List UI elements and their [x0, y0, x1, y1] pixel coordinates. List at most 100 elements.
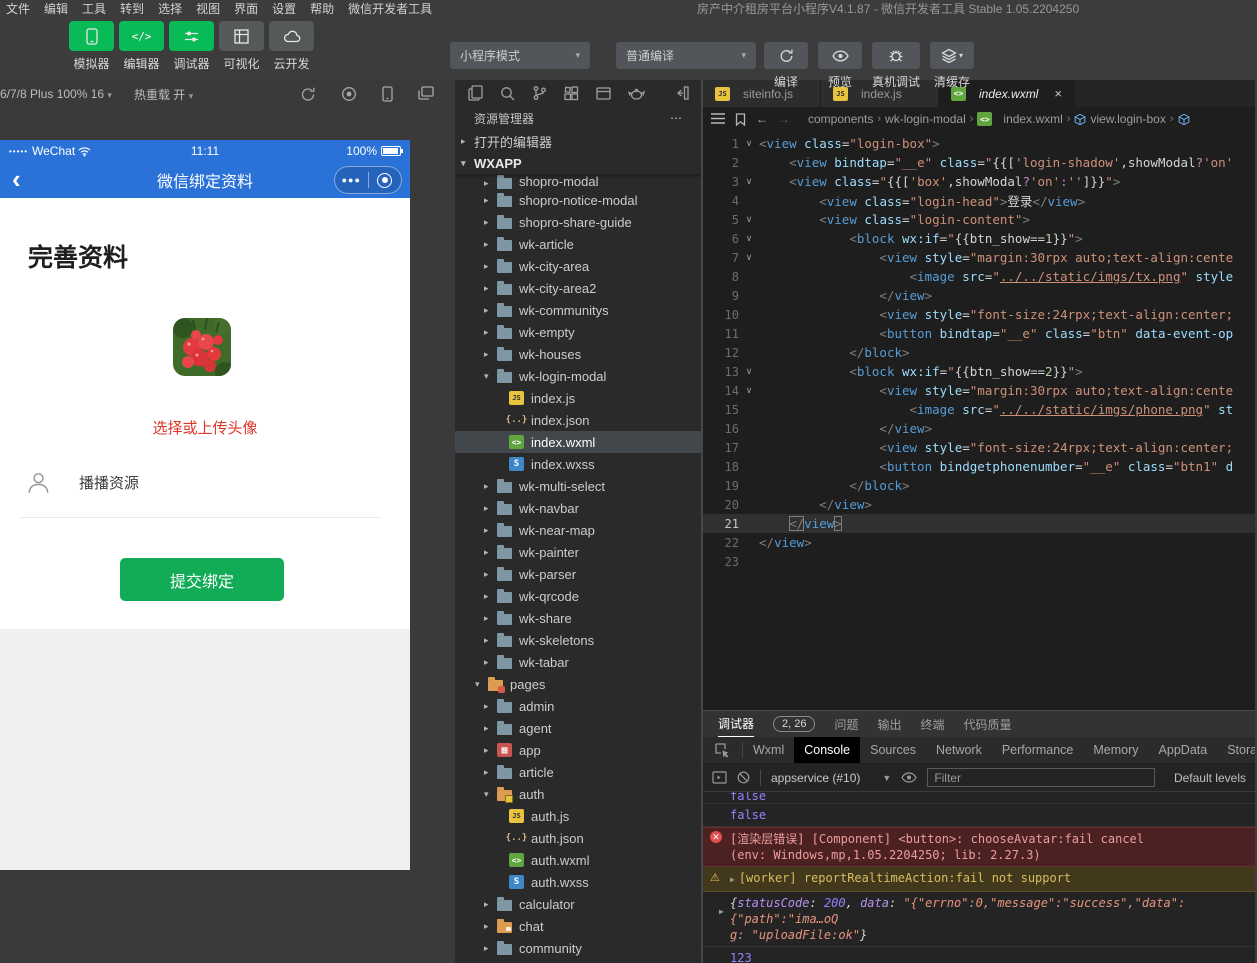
- compile-button[interactable]: 编译: [764, 16, 808, 90]
- code-editor[interactable]: 1∨<view class="login-box">2 <view bindta…: [703, 131, 1255, 710]
- window-icon[interactable]: [596, 87, 611, 100]
- code-line-11[interactable]: 11 <button bindtap="__e" class="btn" dat…: [703, 324, 1255, 343]
- code-line-19[interactable]: 19 </block>: [703, 476, 1255, 495]
- debug-tab-调试器[interactable]: 调试器: [718, 711, 754, 737]
- code-line-1[interactable]: 1∨<view class="login-box">: [703, 134, 1255, 153]
- code-line-22[interactable]: 22</view>: [703, 533, 1255, 552]
- tree-item-calculator[interactable]: ▸calculator: [455, 893, 701, 915]
- compile-mode-select[interactable]: 普通编译 ▾: [616, 42, 756, 69]
- fold-icon[interactable]: ∨: [739, 214, 759, 225]
- visualization-button[interactable]: 可视化: [218, 21, 265, 72]
- devtools-tab-Storage[interactable]: Storage: [1217, 737, 1255, 763]
- code-line-3[interactable]: 3∨ <view class="{{['box',showModal?'on':…: [703, 172, 1255, 191]
- tree-item-auth.js[interactable]: JSauth.js: [455, 805, 701, 827]
- tree-section-WXAPP[interactable]: ▾WXAPP: [455, 152, 701, 174]
- multi-window-icon[interactable]: [418, 86, 434, 102]
- debugger-button[interactable]: 调试器: [168, 21, 215, 72]
- fold-icon[interactable]: ∨: [739, 252, 759, 263]
- devtools-tab-Sources[interactable]: Sources: [860, 737, 926, 763]
- outline-list-icon[interactable]: [711, 113, 725, 125]
- clear-cache-button[interactable]: ▾清缓存: [930, 16, 974, 90]
- tree-item-index.wxss[interactable]: Sindex.wxss: [455, 453, 701, 475]
- code-line-9[interactable]: 9 </view>: [703, 286, 1255, 305]
- tree-item-chat[interactable]: ▸chat: [455, 915, 701, 937]
- tree-item-shopro-notice-modal[interactable]: ▸shopro-notice-modal: [455, 189, 701, 211]
- eye-icon[interactable]: [901, 772, 917, 783]
- tree-item-index.js[interactable]: JSindex.js: [455, 387, 701, 409]
- menu-item-3[interactable]: 转到: [120, 0, 144, 17]
- mode-select[interactable]: 小程序模式 ▾: [450, 42, 590, 69]
- choose-avatar-hint[interactable]: 选择或上传头像: [0, 417, 410, 438]
- tree-item-wk-empty[interactable]: ▸wk-empty: [455, 321, 701, 343]
- menu-item-2[interactable]: 工具: [82, 0, 106, 17]
- simulator-button[interactable]: 模拟器: [68, 21, 115, 72]
- tree-item-wk-near-map[interactable]: ▸wk-near-map: [455, 519, 701, 541]
- code-line-7[interactable]: 7∨ <view style="margin:30rpx auto;text-a…: [703, 248, 1255, 267]
- code-line-16[interactable]: 16 </view>: [703, 419, 1255, 438]
- tree-item-wk-houses[interactable]: ▸wk-houses: [455, 343, 701, 365]
- tree-item-index.wxml[interactable]: <>index.wxml: [455, 431, 701, 453]
- debug-tab-问题[interactable]: 问题: [834, 711, 858, 737]
- menu-item-7[interactable]: 设置: [272, 0, 296, 17]
- git-branch-icon[interactable]: [532, 85, 547, 101]
- code-line-20[interactable]: 20 </view>: [703, 495, 1255, 514]
- code-line-6[interactable]: 6∨ <block wx:if="{{btn_show==1}}">: [703, 229, 1255, 248]
- files-icon[interactable]: [468, 85, 483, 101]
- tree-item-pages[interactable]: ▾pages: [455, 673, 701, 695]
- tree-item-wk-communitys[interactable]: ▸wk-communitys: [455, 299, 701, 321]
- nav-back-icon[interactable]: ←: [756, 112, 768, 126]
- nav-forward-icon[interactable]: →: [778, 112, 790, 126]
- devtools-tab-Network[interactable]: Network: [926, 737, 992, 763]
- tree-item-wk-login-modal[interactable]: ▾wk-login-modal: [455, 365, 701, 387]
- tree-item-shopro-modal[interactable]: ▸shopro-modal: [455, 174, 701, 189]
- tree-item-article[interactable]: ▸article: [455, 761, 701, 783]
- debug-tab-代码质量[interactable]: 代码质量: [964, 711, 1012, 737]
- log-level-select[interactable]: Default levels: [1174, 771, 1246, 785]
- menu-item-1[interactable]: 编辑: [44, 0, 68, 17]
- tree-item-wk-skeletons[interactable]: ▸wk-skeletons: [455, 629, 701, 651]
- remote-debug-button[interactable]: 真机调试: [872, 16, 920, 90]
- collapse-sidebar-icon[interactable]: [674, 86, 689, 100]
- preview-button[interactable]: 预览: [818, 16, 862, 90]
- device-icon[interactable]: [382, 86, 393, 102]
- code-line-13[interactable]: 13∨ <block wx:if="{{btn_show==2}}">: [703, 362, 1255, 381]
- code-line-4[interactable]: 4 <view class="login-head">登录</view>: [703, 191, 1255, 210]
- rotate-icon[interactable]: [300, 86, 316, 102]
- clear-console-icon[interactable]: [737, 771, 750, 784]
- code-line-15[interactable]: 15 <image src="../../static/imgs/phone.p…: [703, 400, 1255, 419]
- console-filter-input[interactable]: [927, 768, 1155, 787]
- tree-item-wk-city-area[interactable]: ▸wk-city-area: [455, 255, 701, 277]
- menu-item-9[interactable]: 微信开发者工具: [348, 0, 432, 17]
- devtools-tab-Performance[interactable]: Performance: [992, 737, 1084, 763]
- tree-item-wk-parser[interactable]: ▸wk-parser: [455, 563, 701, 585]
- expand-arrow-icon[interactable]: ▶: [719, 904, 724, 920]
- breadcrumb-item-view.login-box[interactable]: view.login-box: [1074, 112, 1165, 126]
- nickname-row[interactable]: 播播资源: [26, 470, 139, 495]
- tree-item-wk-article[interactable]: ▸wk-article: [455, 233, 701, 255]
- breadcrumb-item[interactable]: [1178, 113, 1190, 126]
- close-icon[interactable]: ×: [1054, 86, 1062, 101]
- menu-item-0[interactable]: 文件: [6, 0, 30, 17]
- expand-arrow-icon[interactable]: ▶: [730, 875, 735, 884]
- tree-item-shopro-share-guide[interactable]: ▸shopro-share-guide: [455, 211, 701, 233]
- submit-bind-button[interactable]: 提交绑定: [120, 558, 284, 601]
- code-line-12[interactable]: 12 </block>: [703, 343, 1255, 362]
- tree-item-wk-qrcode[interactable]: ▸wk-qrcode: [455, 585, 701, 607]
- inspect-element-icon[interactable]: [703, 742, 743, 758]
- tree-section-打开的编辑器[interactable]: ▸打开的编辑器: [455, 130, 701, 152]
- breadcrumb-item-wk-login-modal[interactable]: wk-login-modal: [885, 112, 966, 126]
- tree-item-agent[interactable]: ▸agent: [455, 717, 701, 739]
- home-target-icon[interactable]: [369, 173, 402, 188]
- tree-item-auth.wxss[interactable]: Sauth.wxss: [455, 871, 701, 893]
- tree-item-admin[interactable]: ▸admin: [455, 695, 701, 717]
- more-dots-icon[interactable]: ●●●: [335, 175, 368, 185]
- tree-item-wk-share[interactable]: ▸wk-share: [455, 607, 701, 629]
- code-line-5[interactable]: 5∨ <view class="login-content">: [703, 210, 1255, 229]
- tree-item-auth.json[interactable]: {..}auth.json: [455, 827, 701, 849]
- tree-item-wk-tabar[interactable]: ▸wk-tabar: [455, 651, 701, 673]
- console-row-4[interactable]: ▶{statusCode: 200, data: "{"errno":0,"me…: [703, 892, 1255, 947]
- devtools-tab-Memory[interactable]: Memory: [1083, 737, 1148, 763]
- code-line-23[interactable]: 23: [703, 552, 1255, 571]
- fold-icon[interactable]: ∨: [739, 385, 759, 396]
- tree-item-auth[interactable]: ▾auth: [455, 783, 701, 805]
